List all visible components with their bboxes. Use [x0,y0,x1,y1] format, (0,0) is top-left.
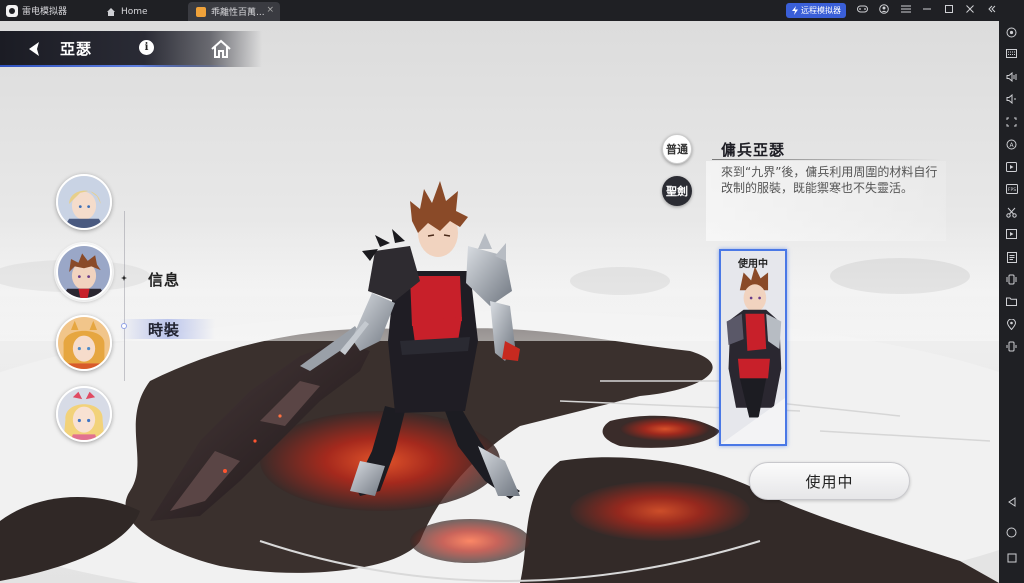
menu-active-dot-icon [121,323,127,329]
tab-game[interactable]: 乖離性百萬... × [188,2,280,21]
settings-icon[interactable] [999,27,1024,41]
tab-game-label: 乖離性百萬... [211,8,265,18]
notes-icon[interactable] [999,252,1024,266]
menu-item-costume[interactable]: 時裝 [148,319,180,340]
emulator-logo-icon [6,4,18,17]
menu-icon[interactable] [895,5,917,16]
title-divider [712,159,942,160]
tab-home-label: Home [121,6,148,17]
costume-card-selected[interactable]: 使用中 [719,249,787,446]
volume-up-icon[interactable] [999,71,1024,85]
maximize-icon[interactable] [938,4,960,17]
emulator-brand-label: 雷电模拟器 [22,7,68,17]
character-name: 亞瑟 [60,40,93,58]
emulator-titlebar: 雷电模拟器 Home 乖離性百萬... × 远程模拟器 [0,0,1024,21]
costume-card-art [721,251,785,444]
keyboard-icon[interactable] [999,49,1024,61]
menu-star-icon [121,275,127,281]
back-arrow-icon[interactable] [24,38,46,60]
portrait-blonde-knight[interactable] [56,174,112,230]
remote-emulator-button[interactable]: 远程模拟器 [786,3,846,18]
emulator-brand: 雷电模拟器 [0,4,92,17]
recent-nav-icon[interactable] [999,553,1024,566]
top-header: 亞瑟 i [0,31,262,67]
costume-card-label: 使用中 [738,259,768,270]
shake-icon[interactable] [999,274,1024,288]
back-nav-icon[interactable] [999,497,1024,510]
portrait-blonde-girl[interactable] [56,386,112,442]
game-viewport[interactable]: 亞瑟 i 信息 時裝 普通 聖劍 傭兵亞瑟 來到“九界”後，傭兵利用周圍的材料自… [0,21,999,583]
emulator-window: 雷电模拟器 Home 乖離性百萬... × 远程模拟器 A FPS 亞瑟 i 信… [0,0,1024,583]
auto-icon[interactable]: A [999,139,1024,153]
home-nav-icon[interactable] [999,527,1024,541]
fps-icon[interactable]: FPS [999,184,1024,197]
video-icon[interactable] [999,229,1024,242]
portrait-lion-girl[interactable] [56,315,112,371]
mode-holy-sword-button[interactable]: 聖劍 [662,176,692,206]
in-use-button[interactable]: 使用中 [749,462,910,500]
emulator-sidebar: A FPS [999,21,1024,583]
menu-item-info[interactable]: 信息 [148,269,180,290]
costume-description: 來到“九界”後，傭兵利用周圍的材料自行改制的服裝，既能禦寒也不失靈活。 [721,165,938,195]
record-icon[interactable] [999,162,1024,175]
mode-normal-button[interactable]: 普通 [662,134,692,164]
tab-close-icon[interactable]: × [266,5,274,15]
svg-text:FPS: FPS [1007,187,1015,193]
user-icon[interactable] [874,4,896,17]
info-button[interactable]: i [139,40,154,55]
portrait-arthur[interactable] [56,244,112,300]
rotate-icon[interactable] [999,341,1024,355]
volume-down-icon[interactable] [999,93,1024,107]
remote-emulator-label: 远程模拟器 [801,6,841,15]
home-icon[interactable] [209,37,233,61]
menu-divider [124,211,125,381]
close-icon[interactable] [960,4,982,17]
folder-icon[interactable] [999,297,1024,309]
tab-home[interactable]: Home [98,2,184,21]
costume-title: 傭兵亞瑟 [721,141,786,159]
screenshot-icon[interactable] [999,117,1024,130]
home-tab-icon [107,7,115,16]
lightning-icon [792,6,798,15]
titlebar-controls [852,0,1003,21]
location-icon[interactable] [999,318,1024,333]
scissors-icon[interactable] [999,207,1024,221]
minimize-icon[interactable] [917,4,939,17]
gamepad-icon[interactable] [852,5,874,16]
game-tab-icon [196,6,206,17]
collapse-icon[interactable] [981,4,1003,17]
